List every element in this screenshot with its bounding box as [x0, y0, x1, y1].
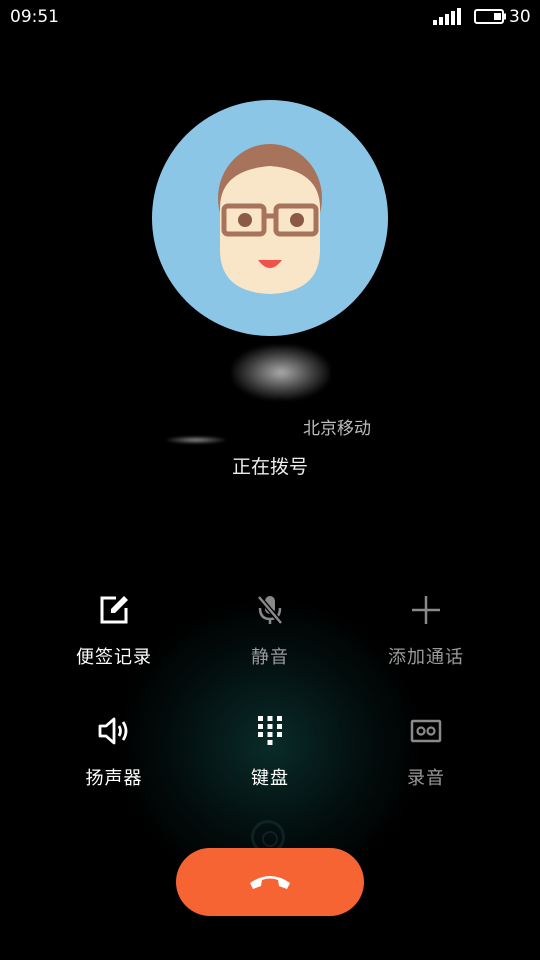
add-call-label: 添加通话 [388, 647, 464, 668]
in-call-screen: 09:51 30 北京移动 正在拨号 便签记录 静音 添加通话 扬声器 键盘 录… [0, 0, 540, 960]
end-call-button[interactable] [176, 848, 364, 916]
speaker-icon [98, 717, 128, 745]
keypad-button[interactable]: 键盘 [192, 714, 348, 814]
battery-icon [474, 9, 506, 24]
note-edit-icon [100, 596, 128, 624]
carrier-label: 北京移动 [303, 419, 371, 439]
contact-name-redacted [232, 345, 330, 400]
record-label: 录音 [407, 768, 445, 789]
battery-level: 30 [509, 7, 531, 27]
record-button[interactable]: 录音 [348, 714, 504, 814]
status-time: 09:51 [10, 7, 59, 27]
note-button[interactable]: 便签记录 [36, 593, 192, 693]
mute-label: 静音 [251, 647, 289, 668]
dialpad-icon [258, 716, 282, 745]
phone-number-redacted [166, 436, 226, 444]
mute-mic-icon [257, 595, 283, 625]
note-label: 便签记录 [76, 647, 152, 668]
signal-icon [433, 8, 461, 25]
call-status: 正在拨号 [231, 456, 308, 478]
speaker-label: 扬声器 [85, 768, 143, 789]
record-icon [410, 719, 442, 743]
add-call-icon [412, 596, 440, 624]
end-call-icon [250, 876, 290, 889]
contact-avatar [152, 100, 388, 336]
mute-button[interactable]: 静音 [192, 593, 348, 693]
status-bar: 09:51 30 [0, 0, 540, 34]
speaker-button[interactable]: 扬声器 [36, 714, 192, 814]
add-call-button[interactable]: 添加通话 [348, 593, 504, 693]
keypad-label: 键盘 [251, 768, 289, 789]
